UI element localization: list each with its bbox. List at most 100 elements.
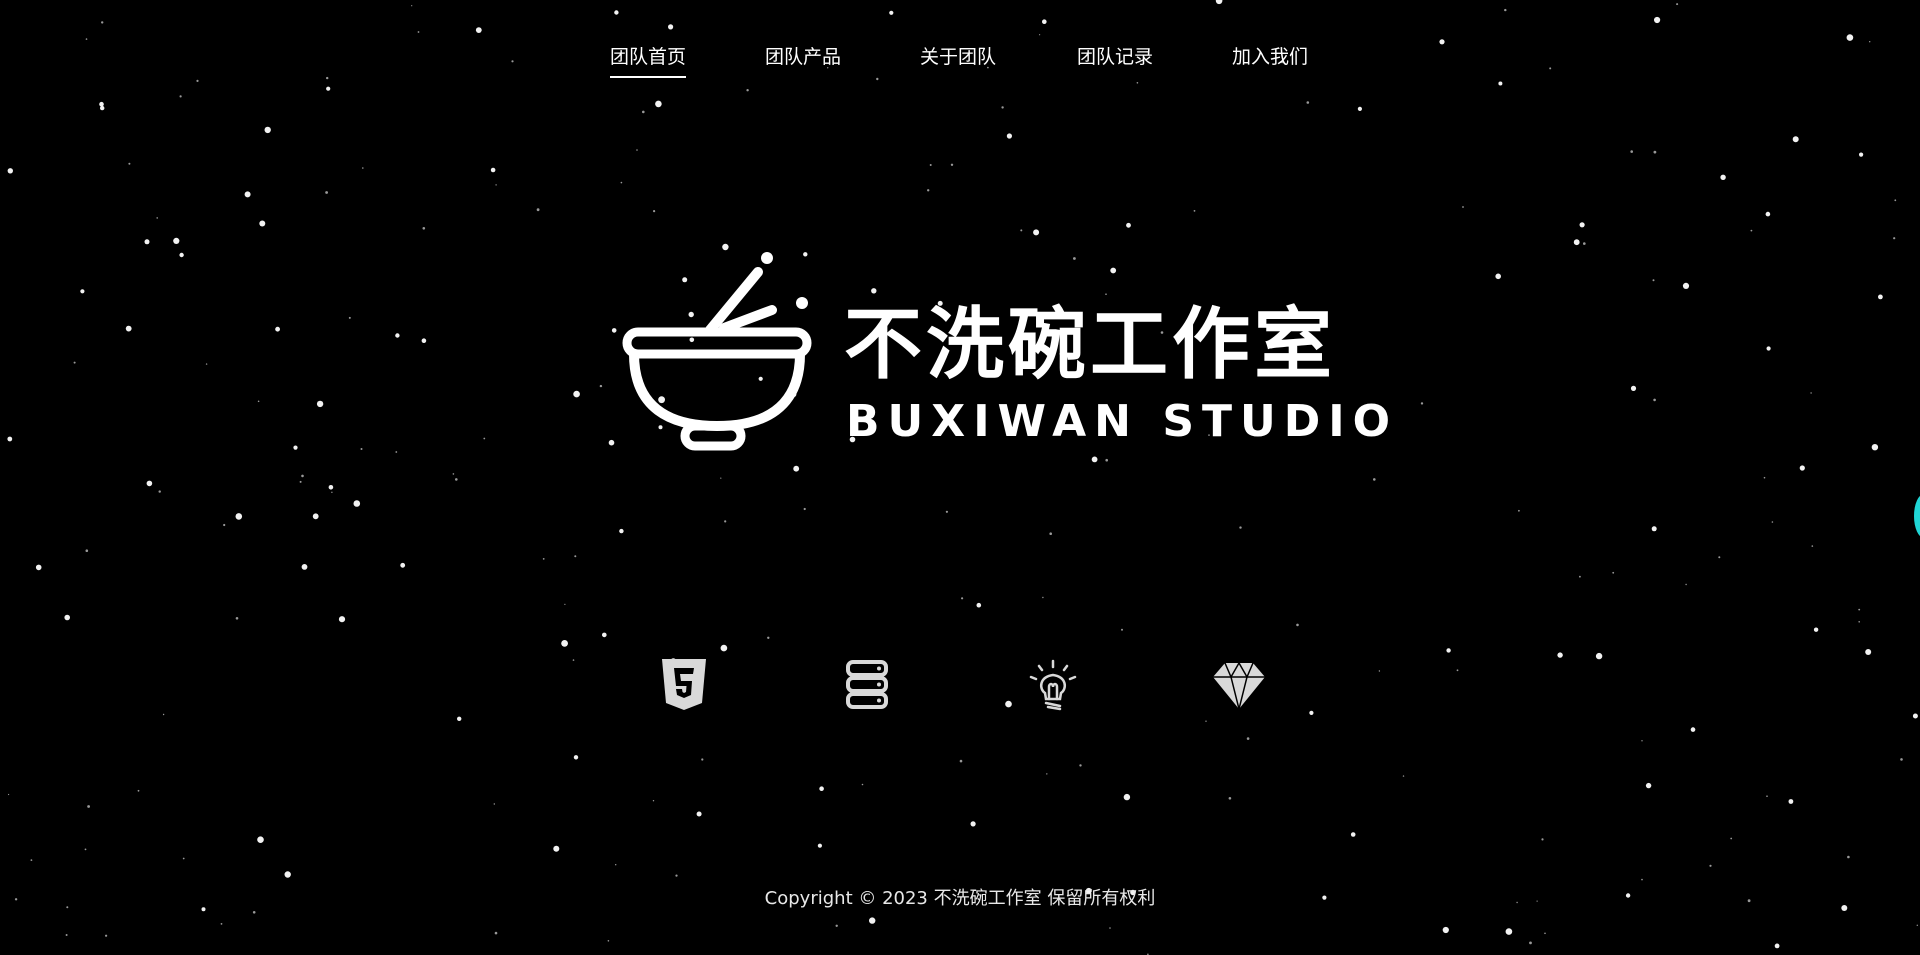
star	[536, 208, 540, 212]
star	[495, 184, 497, 186]
star	[1020, 229, 1023, 232]
nav-item-home[interactable]: 团队首页	[610, 42, 687, 78]
star	[87, 805, 90, 808]
nav-item-about[interactable]: 关于团队	[920, 42, 996, 69]
star	[945, 510, 949, 513]
star	[395, 451, 398, 453]
star	[1042, 596, 1044, 599]
html5-icon	[662, 659, 706, 710]
star	[1529, 941, 1532, 945]
star	[1788, 799, 1794, 804]
star	[652, 800, 655, 802]
star	[1792, 136, 1799, 143]
star	[1893, 237, 1896, 240]
star	[353, 500, 361, 507]
brand-name-en: BUXIWAN STUDIO	[846, 396, 1399, 447]
star	[1652, 279, 1655, 282]
star	[146, 480, 153, 487]
star	[1495, 273, 1501, 280]
star	[620, 181, 623, 184]
star	[653, 210, 656, 213]
lightbulb-icon	[1029, 659, 1077, 711]
star	[257, 836, 264, 843]
star	[889, 10, 894, 15]
star	[976, 602, 982, 608]
star	[30, 859, 33, 861]
star	[1193, 210, 1196, 212]
star	[1645, 782, 1652, 789]
star	[1001, 106, 1004, 109]
star	[8, 793, 10, 796]
star	[173, 237, 180, 244]
star	[724, 520, 727, 523]
star	[1685, 583, 1687, 586]
star	[1579, 222, 1585, 228]
star	[1865, 649, 1872, 655]
nav-item-products[interactable]: 团队产品	[765, 42, 841, 69]
star	[284, 871, 291, 878]
star	[1682, 282, 1690, 289]
star	[1518, 509, 1520, 512]
top-nav: 团队首页 团队产品 关于团队 团队记录 加入我们	[0, 38, 1920, 88]
star	[642, 110, 645, 114]
star	[1771, 521, 1774, 523]
star	[331, 491, 333, 493]
star	[1309, 710, 1314, 716]
star	[1766, 346, 1771, 351]
star	[299, 480, 302, 483]
star	[1612, 571, 1615, 574]
star	[1690, 727, 1696, 732]
star	[1811, 545, 1814, 547]
star	[490, 167, 496, 173]
star	[257, 400, 260, 403]
nav-item-join[interactable]: 加入我们	[1232, 42, 1308, 69]
star	[572, 659, 575, 661]
star	[542, 558, 545, 560]
star	[156, 217, 158, 219]
star	[1730, 837, 1733, 840]
star	[1799, 465, 1805, 471]
star	[452, 473, 455, 475]
star	[1205, 720, 1207, 722]
star	[1858, 621, 1860, 623]
star	[696, 811, 702, 817]
star	[395, 333, 400, 338]
star	[158, 490, 161, 493]
star	[1718, 556, 1721, 559]
star	[1006, 133, 1013, 139]
star	[602, 632, 607, 638]
star	[746, 89, 749, 92]
star	[675, 874, 678, 877]
star	[1126, 222, 1131, 228]
star	[73, 361, 76, 364]
page: 团队首页 团队产品 关于团队 团队记录 加入我们 不洗碗工作室 BUXIWAN …	[0, 0, 1920, 955]
star	[1420, 402, 1424, 405]
star	[1676, 3, 1679, 6]
star	[619, 528, 624, 534]
star	[1296, 623, 1299, 627]
star	[457, 716, 462, 721]
star	[1033, 229, 1040, 236]
nav-item-records[interactable]: 团队记录	[1077, 42, 1153, 69]
star	[101, 21, 104, 24]
star	[220, 923, 223, 925]
star	[293, 445, 298, 450]
star	[1039, 34, 1041, 36]
star	[1813, 627, 1819, 632]
brand-name-cn: 不洗碗工作室	[844, 300, 1337, 390]
star	[1350, 832, 1356, 837]
star	[1446, 648, 1451, 653]
star	[1847, 855, 1850, 859]
star	[1306, 101, 1310, 104]
star	[655, 100, 662, 108]
star	[1373, 478, 1376, 481]
star	[348, 316, 351, 319]
star	[1042, 19, 1047, 25]
star	[483, 437, 486, 440]
star	[162, 713, 165, 716]
star	[400, 562, 406, 568]
star	[422, 227, 426, 230]
star	[929, 164, 932, 166]
star	[1121, 628, 1123, 631]
starfield-background	[7, 0, 1919, 955]
